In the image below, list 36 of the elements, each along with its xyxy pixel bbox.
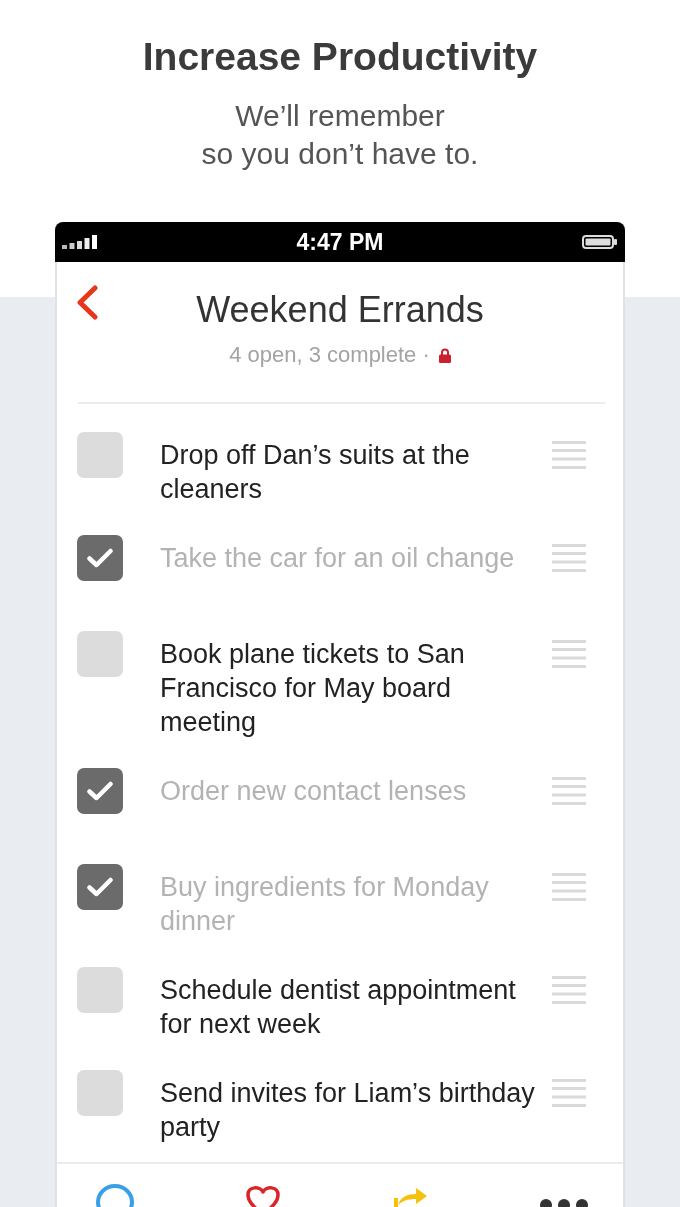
checkbox[interactable]: [77, 864, 123, 910]
heart-icon[interactable]: [244, 1185, 281, 1207]
tagline: We’ll remember so you don’t have to.: [200, 98, 480, 172]
task-text: Buy ingredients for Monday dinner: [160, 871, 490, 938]
drag-handle-icon[interactable]: [552, 441, 586, 469]
checkbox[interactable]: [77, 967, 123, 1013]
task-text: Drop off Dan’s suits at the cleaners: [160, 439, 471, 506]
drag-handle-icon[interactable]: [552, 777, 586, 805]
drag-handle-icon[interactable]: [552, 873, 586, 901]
check-icon: [87, 877, 113, 897]
task-text: Take the car for an oil change: [160, 542, 516, 575]
checkbox[interactable]: [77, 631, 123, 677]
drag-handle-icon[interactable]: [552, 1079, 586, 1107]
task-text: Book plane tickets to San Francisco for May board meeting: [160, 638, 466, 739]
checkbox[interactable]: [77, 432, 123, 478]
back-icon[interactable]: [75, 285, 99, 320]
check-icon: [87, 548, 113, 568]
speech-bubble-icon[interactable]: [95, 1183, 135, 1207]
checkbox[interactable]: [77, 535, 123, 581]
more-icon[interactable]: [539, 1198, 588, 1207]
drag-handle-icon[interactable]: [552, 544, 586, 572]
task-text: Schedule dentist appointment for next week: [160, 974, 517, 1041]
battery-icon: [582, 235, 618, 249]
drag-handle-icon[interactable]: [552, 640, 586, 668]
list-title: Weekend Errands: [196, 289, 484, 331]
headline: Increase Productivity: [141, 34, 539, 80]
lock-icon: [438, 347, 451, 363]
task-text: Order new contact lenses: [160, 775, 468, 808]
status-time: 4:47 PM: [296, 230, 384, 254]
check-icon: [87, 781, 113, 801]
task-text: Send invites for Liam’s birthday party: [160, 1077, 536, 1144]
checkbox[interactable]: [77, 1070, 123, 1116]
drag-handle-icon[interactable]: [552, 976, 586, 1004]
list-summary: 4 open, 3 complete ·: [229, 341, 430, 369]
signal-icon: [62, 235, 98, 249]
checkbox[interactable]: [77, 768, 123, 814]
